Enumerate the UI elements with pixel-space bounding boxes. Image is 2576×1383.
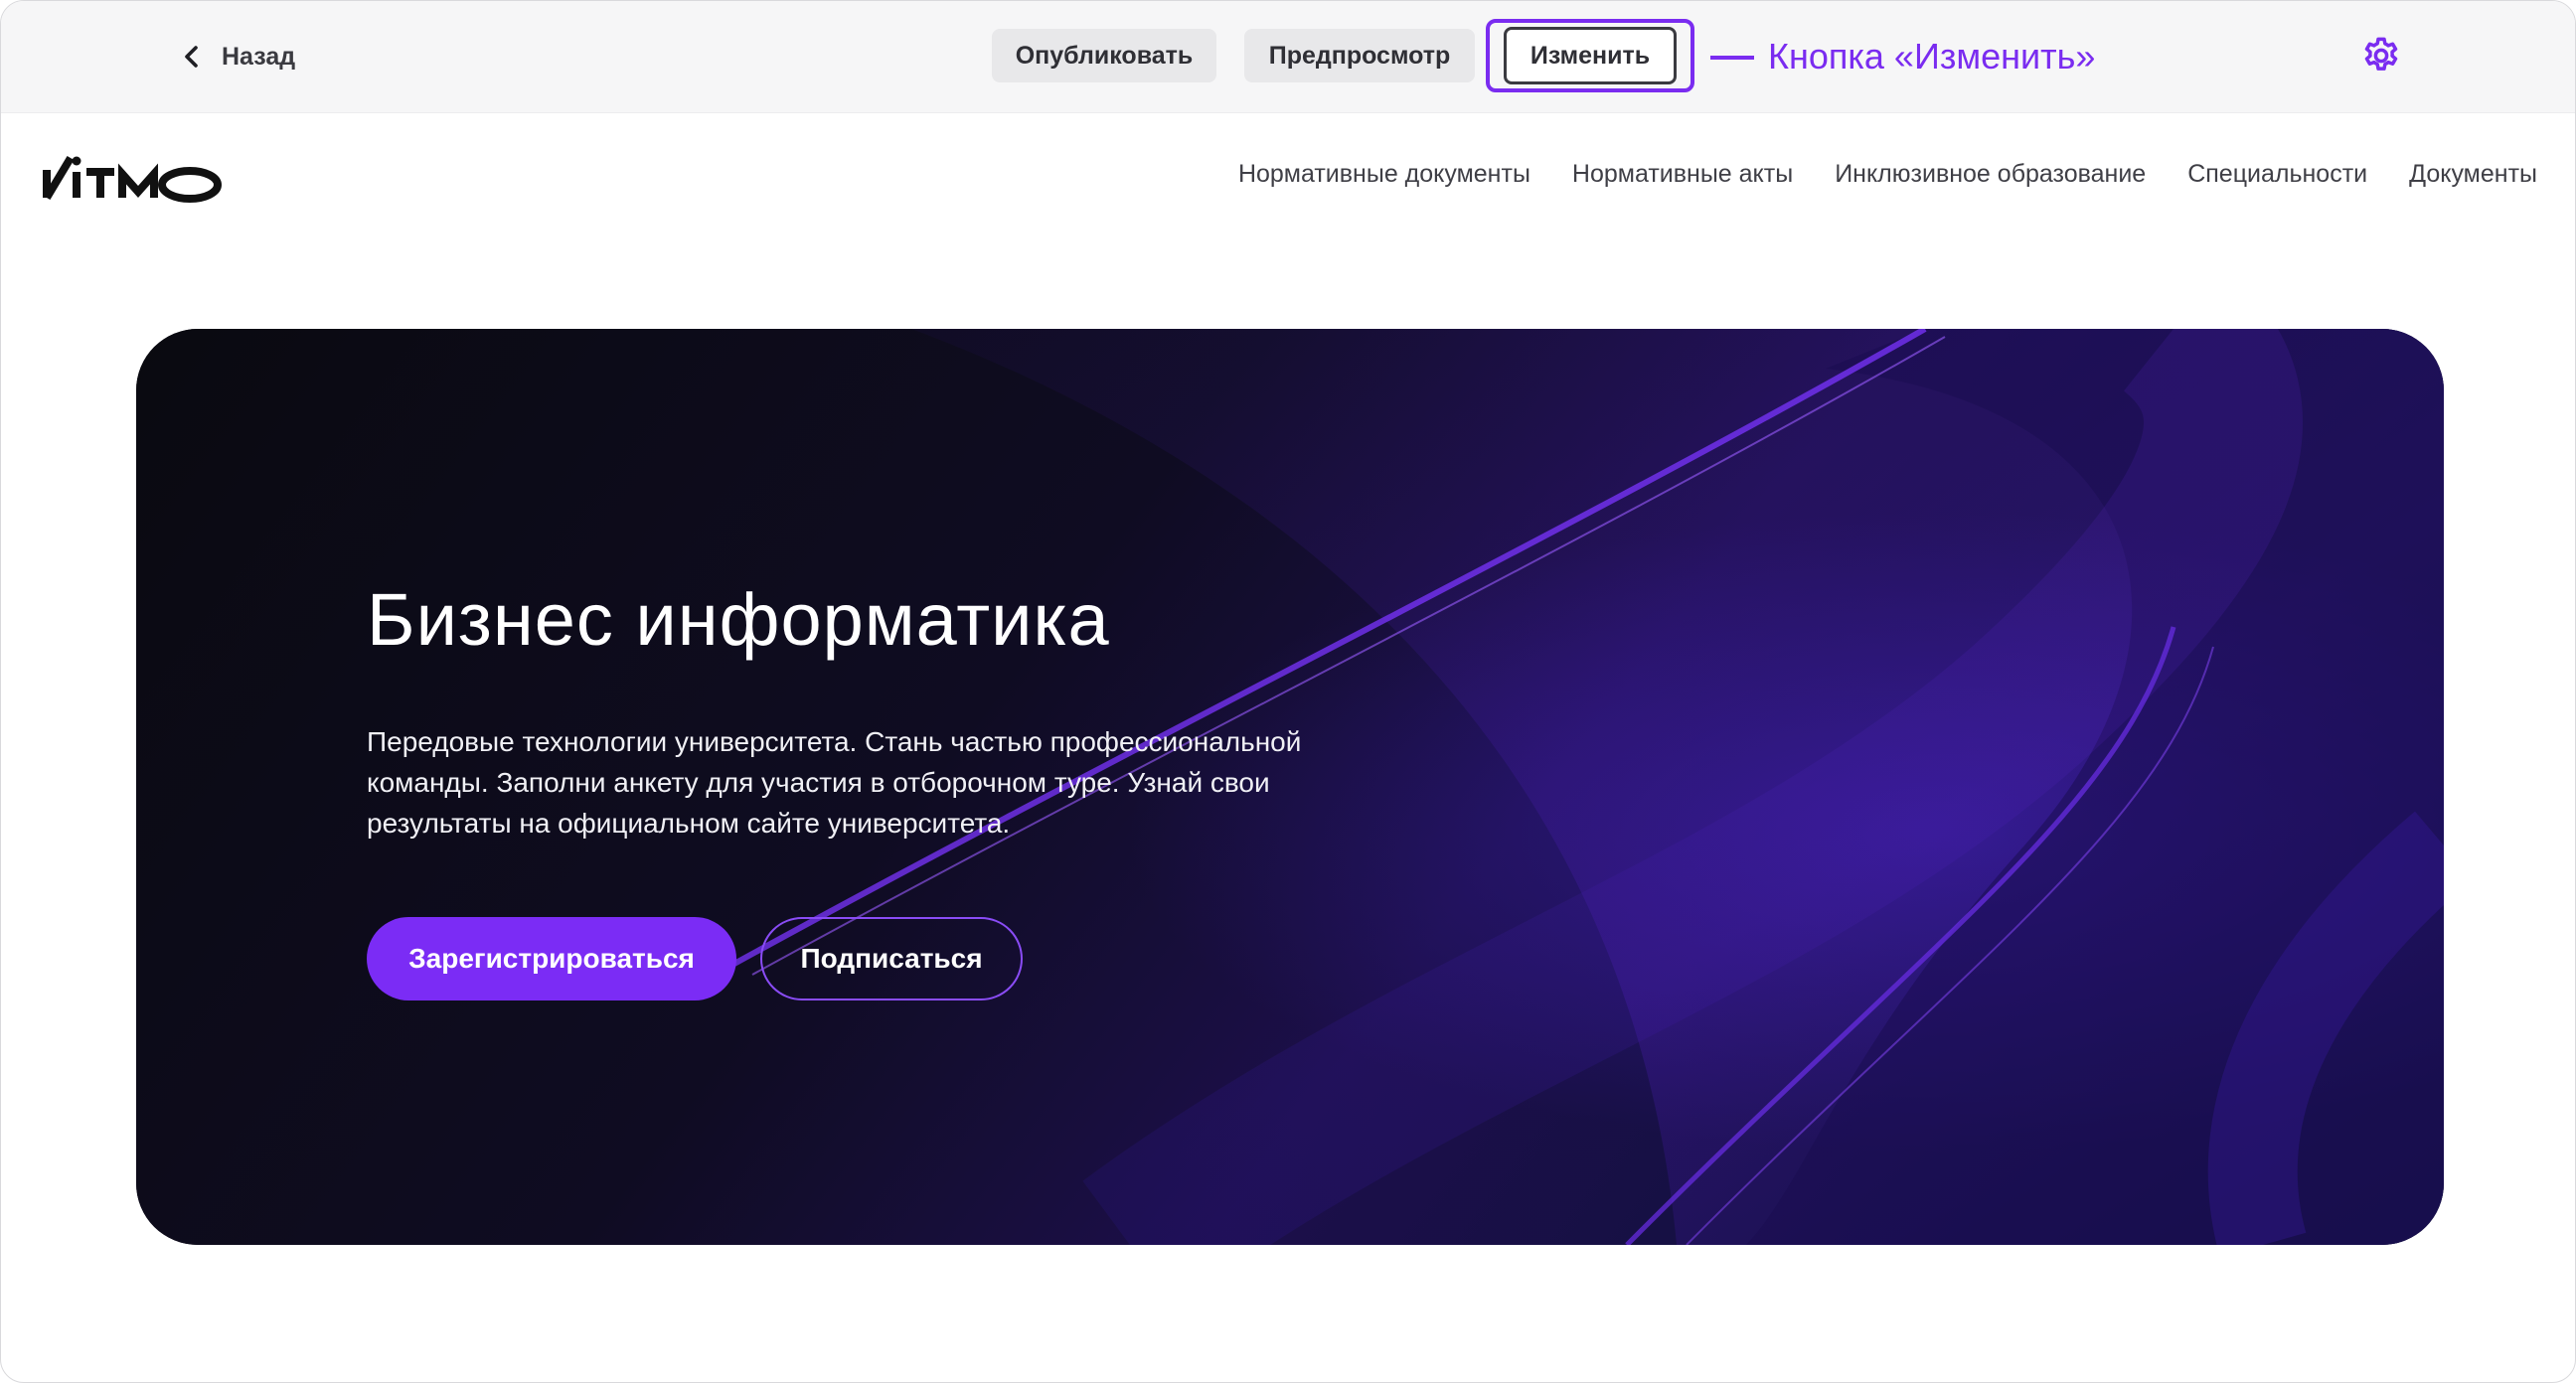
main-nav: Нормативные документы Нормативные акты И… [1238, 160, 2537, 189]
preview-button[interactable]: Предпросмотр [1244, 29, 1475, 82]
chevron-left-icon [185, 46, 198, 68]
itmo-logo [43, 155, 222, 203]
back-button[interactable]: Назад [182, 29, 295, 84]
nav-item-normative-acts[interactable]: Нормативные акты [1572, 160, 1793, 189]
page-frame: Назад Опубликовать Предпросмотр Изменить… [0, 0, 2576, 1383]
nav-item-documents[interactable]: Документы [2409, 160, 2537, 189]
edit-button[interactable]: Изменить [1504, 27, 1677, 84]
hero-title: Бизнес информатика [367, 578, 1110, 661]
back-label: Назад [222, 42, 296, 71]
subscribe-button[interactable]: Подписаться [760, 917, 1023, 1000]
nav-item-specialties[interactable]: Специальности [2187, 160, 2367, 189]
hero-description: Передовые технологии университета. Стань… [367, 726, 1302, 839]
annotation-label: Кнопка «Изменить» [1768, 36, 2096, 77]
nav-item-normative-documents[interactable]: Нормативные документы [1238, 160, 1530, 189]
editor-toolbar: Назад Опубликовать Предпросмотр Изменить… [1, 1, 2575, 113]
hero-banner: Бизнес информатика Передовые технологии … [136, 329, 2444, 1245]
gear-icon[interactable] [2360, 35, 2402, 77]
publish-button[interactable]: Опубликовать [992, 29, 1216, 82]
register-button[interactable]: Зарегистрироваться [367, 917, 736, 1000]
nav-item-inclusive-education[interactable]: Инклюзивное образование [1835, 160, 2146, 189]
annotation-line [1710, 56, 1754, 60]
